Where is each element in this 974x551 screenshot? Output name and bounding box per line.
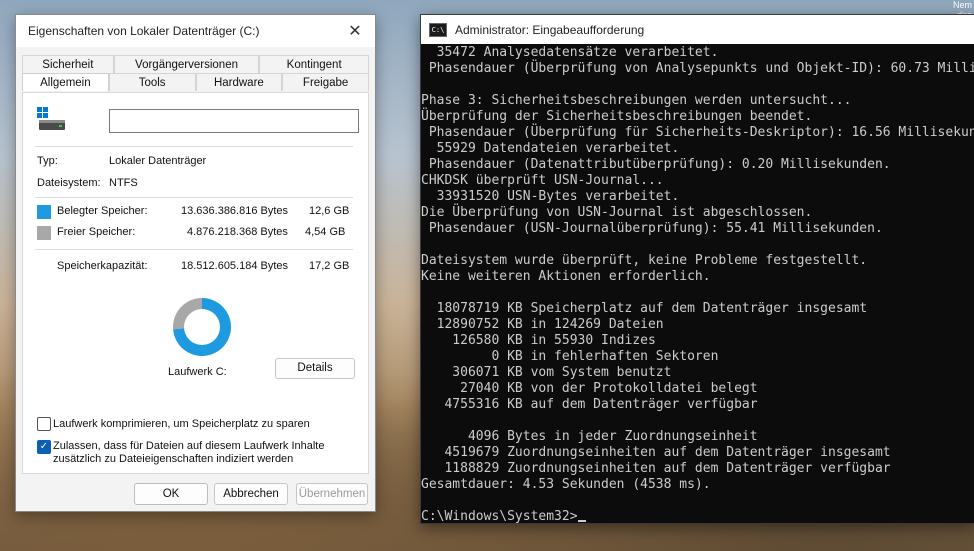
divider [35,146,353,147]
dialog-title: Eigenschaften von Lokaler Datenträger (C… [28,24,260,38]
compress-checkbox[interactable] [37,417,51,431]
console-title: Administrator: Eingabeaufforderung [455,22,645,37]
console-line: 55929 Datendateien verarbeitet. [421,141,680,156]
console-line: Phasendauer (Überprüfung von Analysepunk… [421,61,974,76]
drive-letter-label: Laufwerk C: [168,366,227,378]
console-line: Phase 3: Sicherheitsbeschreibungen werde… [421,93,852,108]
used-space-size: 12,6 GB [309,205,350,217]
console-line: 33931520 USN-Bytes verarbeitet. [421,189,680,204]
tab-kontingent[interactable]: Kontingent [259,55,369,73]
tab-tools[interactable]: Tools [108,73,196,91]
console-line: Phasendauer (USN-Journalüberprüfung): 55… [421,221,883,236]
console-line: Die Überprüfung von USN-Journal ist abge… [421,205,813,220]
console-line: 27040 KB von der Protokolldatei belegt [421,381,758,396]
console-line: 126580 KB in 55930 Indizes [421,333,656,348]
tab-freigabe[interactable]: Freigabe [282,73,369,91]
console-line: CHKDSK überprüft USN-Journal... [421,173,664,188]
console-line: 4519679 Zuordnungseinheiten auf dem Date… [421,445,891,460]
text-cursor [577,520,586,522]
console-line: 12890752 KB in 124269 Dateien [421,317,664,332]
type-value: Lokaler Datenträger [109,155,207,167]
command-prompt-window: C:\ Administrator: Eingabeaufforderung 3… [420,14,974,524]
used-space-bytes: 13.636.386.816 Bytes [181,205,289,217]
apply-button[interactable]: Übernehmen [296,483,368,505]
console-line: 4096 Bytes in jeder Zuordnungseinheit [421,429,758,444]
cmd-icon: C:\ [429,22,447,37]
console-line: Gesamtdauer: 4.53 Sekunden (4538 ms). [421,477,711,492]
console-output[interactable]: 35472 Analysedatensätze verarbeitet. Pha… [421,45,974,523]
index-label-line-1[interactable]: Zulassen, dass für Dateien auf diesem La… [53,440,324,452]
capacity-bytes: 18.512.605.184 Bytes [181,260,289,272]
console-line: 35472 Analysedatensätze verarbeitet. [421,45,719,60]
console-line: Phasendauer (Überprüfung für Sicherheits… [421,125,974,140]
console-line: Keine weiteren Aktionen erforderlich. [421,269,711,284]
free-space-bytes: 4.876.218.368 Bytes [187,226,288,238]
index-label-line-2[interactable]: zusätzlich zu Dateieigenschaften indizie… [53,453,293,465]
console-line: 306071 KB vom System benutzt [421,365,672,380]
desktop-label-line-1: Nem [952,0,972,10]
drive-icon [37,107,65,130]
tab-hardware[interactable]: Hardware [195,73,283,91]
console-line: 4755316 KB auf dem Datenträger verfügbar [421,397,758,412]
capacity-label: Speicherkapazität: [57,260,148,272]
general-tab-panel: Typ: Lokaler Datenträger Dateisystem: NT… [22,92,369,474]
compress-label[interactable]: Laufwerk komprimieren, um Speicherplatz … [53,418,310,430]
tab-vorgaengerversionen[interactable]: Vorgängerversionen [113,55,260,73]
index-checkbox[interactable]: ✓ [37,440,51,454]
divider [35,249,353,250]
drive-name-input[interactable] [109,109,359,133]
details-button[interactable]: Details [275,358,355,379]
tab-strip: Sicherheit Vorgängerversionen Kontingent… [22,55,369,91]
console-line: 18078719 KB Speicherplatz auf dem Datent… [421,301,868,316]
filesystem-label: Dateisystem: [37,177,101,189]
tab-allgemein[interactable]: Allgemein [22,73,109,91]
divider [35,197,353,198]
console-line: Phasendauer (Datenattributüberprüfung): … [421,157,891,172]
dialog-titlebar[interactable]: Eigenschaften von Lokaler Datenträger (C… [16,15,375,47]
free-space-size: 4,54 GB [305,226,346,238]
free-space-label: Freier Speicher: [57,226,136,238]
console-line: 0 KB in fehlerhaften Sektoren [421,349,719,364]
type-label: Typ: [37,155,58,167]
console-line: 1188829 Zuordnungseinheiten auf dem Date… [421,461,891,476]
capacity-size: 17,2 GB [309,260,350,272]
console-line: Dateisystem wurde überprüft, keine Probl… [421,253,868,268]
cancel-button[interactable]: Abbrechen [214,483,288,505]
drive-properties-dialog: Eigenschaften von Lokaler Datenträger (C… [15,14,376,512]
console-line: Überprüfung der Sicherheitsbeschreibunge… [421,109,813,124]
used-space-swatch [37,205,51,219]
close-icon[interactable]: ✕ [341,21,369,41]
filesystem-value: NTFS [109,177,138,189]
console-line: C:\Windows\System32> [421,509,974,523]
usage-donut-chart [173,298,231,356]
ok-button[interactable]: OK [134,483,208,505]
tab-row-top: Sicherheit Vorgängerversionen Kontingent [22,55,369,73]
tab-sicherheit[interactable]: Sicherheit [22,55,114,73]
free-space-swatch [37,226,51,240]
console-titlebar[interactable]: C:\ Administrator: Eingabeaufforderung [421,15,974,44]
tab-row-bottom: Allgemein Tools Hardware Freigabe [22,73,369,91]
used-space-label: Belegter Speicher: [57,205,148,217]
